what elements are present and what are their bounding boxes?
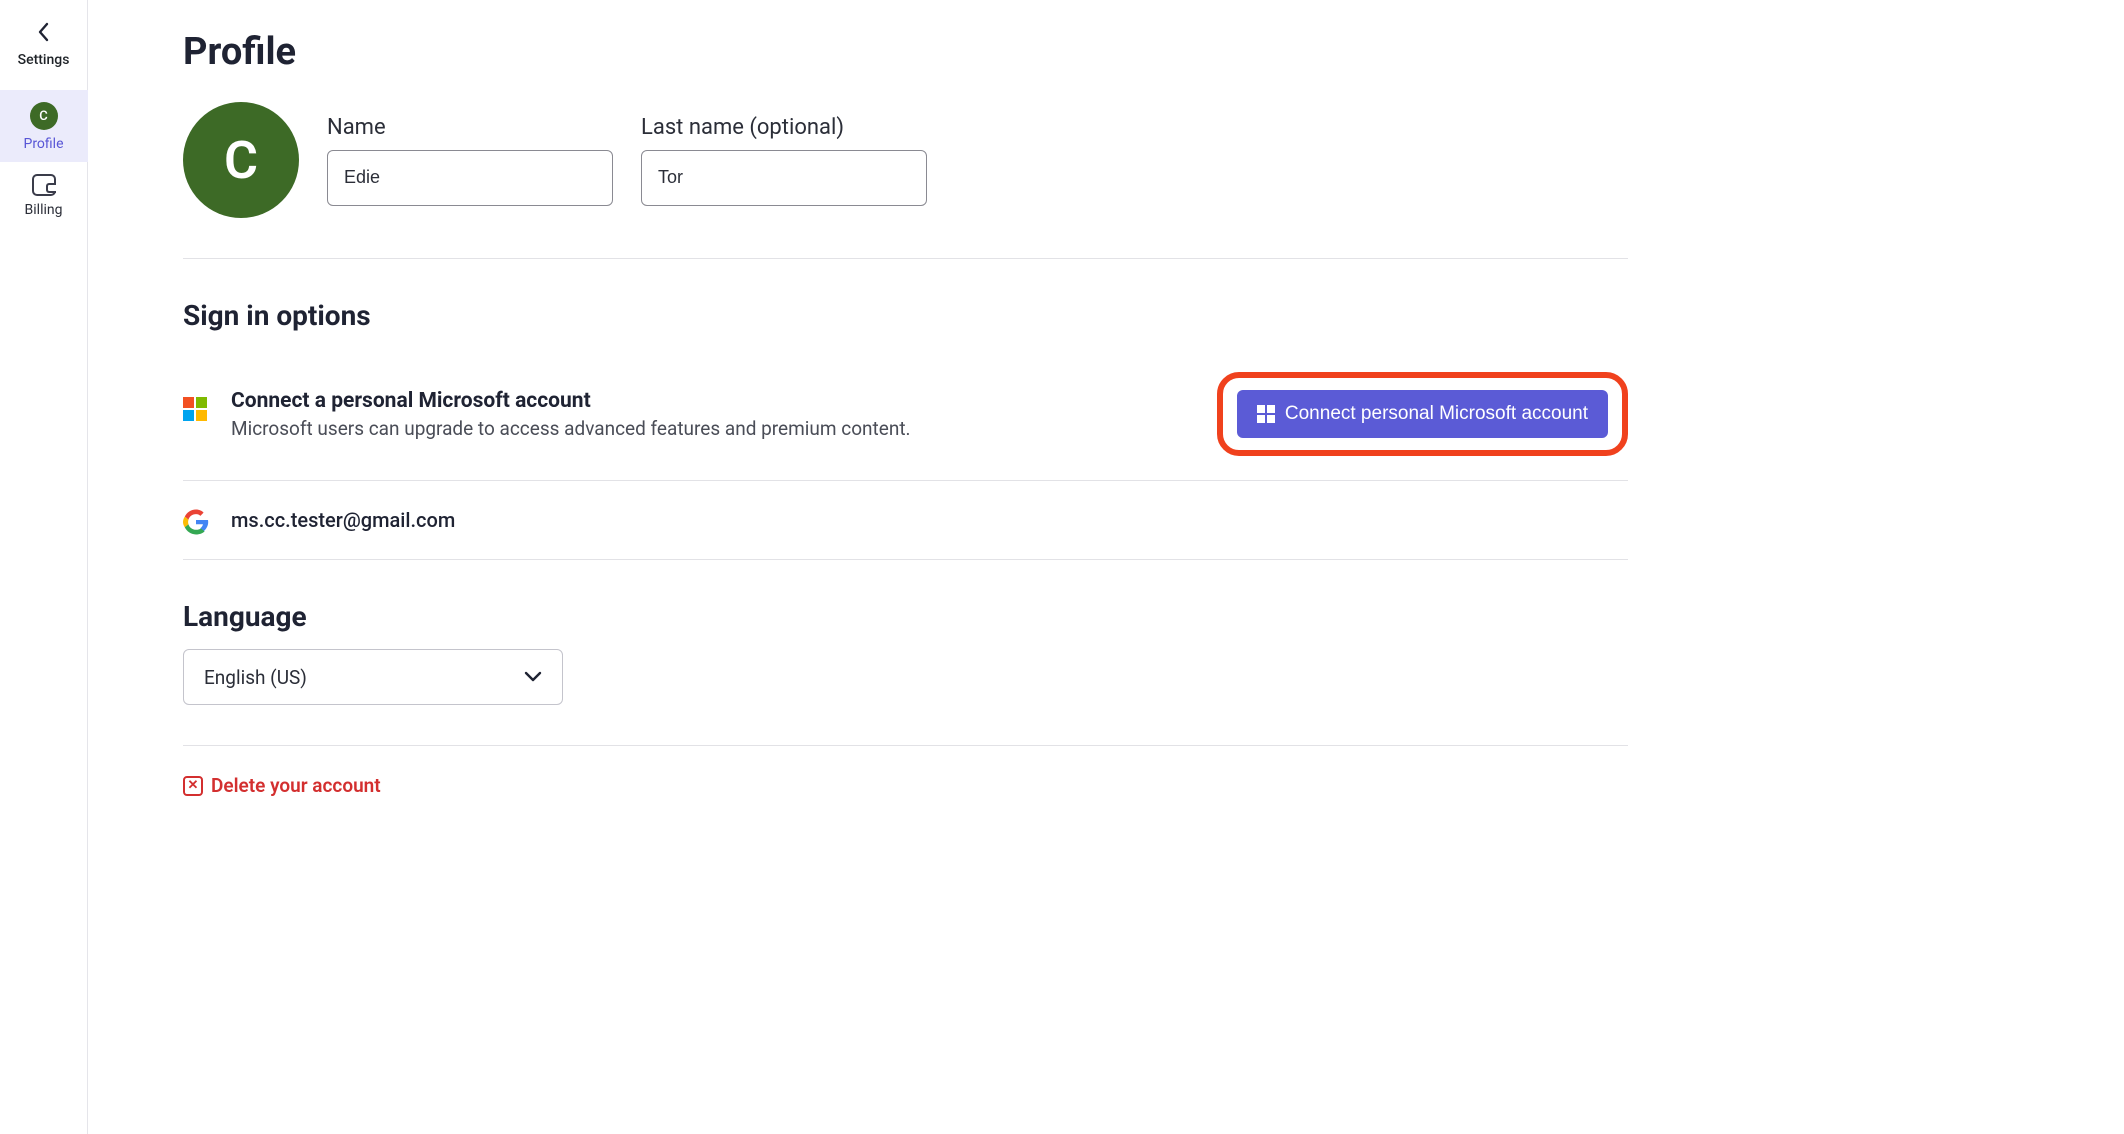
- sidebar-avatar-icon: C: [30, 102, 58, 130]
- microsoft-connect-row: Connect a personal Microsoft account Mic…: [183, 348, 1628, 481]
- lastname-field-group: Last name (optional): [641, 115, 927, 206]
- language-selected-value: English (US): [204, 666, 307, 689]
- sidebar-item-label: Profile: [23, 136, 63, 152]
- microsoft-option-desc: Microsoft users can upgrade to access ad…: [231, 417, 911, 440]
- name-input[interactable]: [327, 150, 613, 206]
- main-content: Profile C Name Last name (optional) Sign…: [88, 0, 1688, 1134]
- sidebar-item-profile[interactable]: C Profile: [0, 90, 88, 162]
- signin-section-title: Sign in options: [183, 299, 1628, 332]
- sidebar-item-billing[interactable]: Billing: [0, 162, 88, 228]
- profile-identity-row: C Name Last name (optional): [183, 102, 1628, 259]
- delete-account-link[interactable]: ✕ Delete your account: [183, 774, 1628, 797]
- profile-avatar[interactable]: C: [183, 102, 299, 218]
- delete-account-label: Delete your account: [211, 774, 381, 797]
- google-account-row: ms.cc.tester@gmail.com: [183, 481, 1628, 559]
- connect-microsoft-button-label: Connect personal Microsoft account: [1285, 403, 1588, 425]
- name-label: Name: [327, 115, 613, 140]
- connect-microsoft-button[interactable]: Connect personal Microsoft account: [1237, 390, 1608, 438]
- microsoft-option-title: Connect a personal Microsoft account: [231, 389, 911, 413]
- delete-x-icon: ✕: [183, 776, 203, 796]
- microsoft-option-left: Connect a personal Microsoft account Mic…: [183, 389, 911, 440]
- google-account-email: ms.cc.tester@gmail.com: [231, 508, 455, 532]
- language-select[interactable]: English (US): [183, 649, 563, 705]
- lastname-input[interactable]: [641, 150, 927, 206]
- google-icon: [183, 509, 209, 535]
- chevron-left-icon: [37, 22, 51, 42]
- microsoft-icon: [183, 393, 209, 419]
- settings-sidebar: Settings C Profile Billing: [0, 0, 88, 1134]
- back-button[interactable]: [30, 18, 58, 46]
- language-section-title: Language: [183, 600, 1628, 633]
- highlight-frame: Connect personal Microsoft account: [1217, 372, 1628, 456]
- wallet-icon: [32, 174, 56, 196]
- sidebar-item-label: Billing: [25, 202, 63, 218]
- page-title: Profile: [183, 30, 1628, 74]
- sidebar-header-label: Settings: [18, 52, 70, 68]
- chevron-down-icon: [524, 671, 542, 683]
- windows-icon: [1257, 405, 1275, 423]
- name-field-group: Name: [327, 115, 613, 206]
- lastname-label: Last name (optional): [641, 115, 927, 140]
